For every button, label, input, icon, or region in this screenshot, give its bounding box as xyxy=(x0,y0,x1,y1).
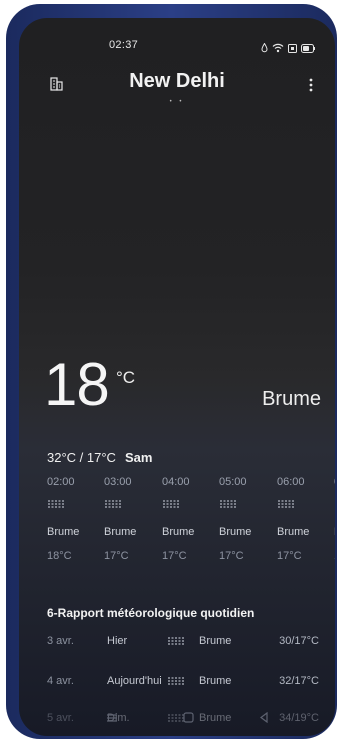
haze-icon xyxy=(167,636,185,649)
daily-range: 32°C / 17°C Sam xyxy=(47,450,152,465)
hourly-item: 06 Le 17 xyxy=(334,476,335,562)
haze-icon xyxy=(104,490,154,526)
hour-time: 02:00 xyxy=(47,476,75,488)
hour-temp: 17°C xyxy=(219,550,244,562)
back-nav-icon[interactable] xyxy=(259,710,269,728)
row-condition: Brume xyxy=(199,675,232,687)
row-date: 3 avr. xyxy=(47,635,74,647)
status-icons xyxy=(261,40,315,58)
hour-condition: Brume xyxy=(219,526,252,538)
haze-icon xyxy=(277,490,327,526)
hour-condition: Brume xyxy=(104,526,137,538)
hourly-item: 02:00 Brume 18°C xyxy=(47,476,97,562)
menu-nav-icon[interactable] xyxy=(106,710,118,728)
haze-icon xyxy=(162,490,212,526)
hour-temp: 17°C xyxy=(162,550,187,562)
hourly-item: 06:00 Brume 17°C xyxy=(277,476,327,562)
row-temp: 32/17°C xyxy=(279,675,319,687)
battery-icon xyxy=(301,40,315,58)
daily-forecast-title: 6-Rapport météorologique quotidien xyxy=(47,606,255,620)
daily-row[interactable]: 4 avr. Aujourd'hui Brume 32/17°C xyxy=(47,675,335,695)
hour-time: 05:00 xyxy=(219,476,247,488)
row-temp: 30/17°C xyxy=(279,635,319,647)
hour-time: 06:00 xyxy=(277,476,305,488)
row-day: Hier xyxy=(107,635,128,647)
row-day: Aujourd'hui xyxy=(107,675,162,687)
row-condition: Brume xyxy=(199,635,232,647)
haze-icon xyxy=(219,490,269,526)
haze-icon xyxy=(47,490,97,526)
city-name: New Delhi xyxy=(129,70,225,92)
home-nav-icon[interactable] xyxy=(183,710,194,728)
haze-icon xyxy=(167,676,185,689)
hour-condition: Brume xyxy=(162,526,195,538)
hour-temp: 17°C xyxy=(277,550,302,562)
hourly-item: 05:00 Brume 17°C xyxy=(219,476,269,562)
hour-temp: 17°C xyxy=(104,550,129,562)
row-date: 4 avr. xyxy=(47,675,74,687)
wifi-icon xyxy=(272,40,284,58)
status-time: 02:37 xyxy=(109,39,139,51)
hourly-forecast[interactable]: 02:00 Brume 18°C 03:00 Brume 17°C 04:00 … xyxy=(47,476,335,576)
hour-condition: Brume xyxy=(47,526,80,538)
phone-frame: 02:37 New Delhi • • 18 °C Brume 32°C / 1… xyxy=(6,4,337,739)
hourly-item: 04:00 Brume 17°C xyxy=(162,476,212,562)
current-temperature: 18 xyxy=(44,351,110,418)
sunrise-icon xyxy=(334,490,335,526)
more-options-icon[interactable] xyxy=(309,78,313,97)
sim-icon xyxy=(288,40,297,58)
hour-condition: Brume xyxy=(277,526,310,538)
hour-temp: 17 xyxy=(334,550,335,562)
hour-time: 04:00 xyxy=(162,476,190,488)
hour-time: 06 xyxy=(334,476,335,490)
temperature-range: 32°C / 17°C xyxy=(47,450,116,465)
navigation-bar xyxy=(19,710,335,730)
hour-condition: Le xyxy=(334,526,335,540)
daily-row[interactable]: 3 avr. Hier Brume 30/17°C xyxy=(47,635,335,655)
weather-screen: 02:37 New Delhi • • 18 °C Brume 32°C / 1… xyxy=(19,18,335,736)
hourly-item: 03:00 Brume 17°C xyxy=(104,476,154,562)
current-day: Sam xyxy=(124,450,153,465)
hour-temp: 18°C xyxy=(47,550,72,562)
temperature-unit: °C xyxy=(116,368,136,387)
drop-icon xyxy=(261,40,268,58)
page-indicator: • • xyxy=(169,99,185,105)
hour-time: 03:00 xyxy=(104,476,132,488)
status-bar: 02:37 xyxy=(19,18,335,53)
current-condition: Brume xyxy=(262,388,321,410)
